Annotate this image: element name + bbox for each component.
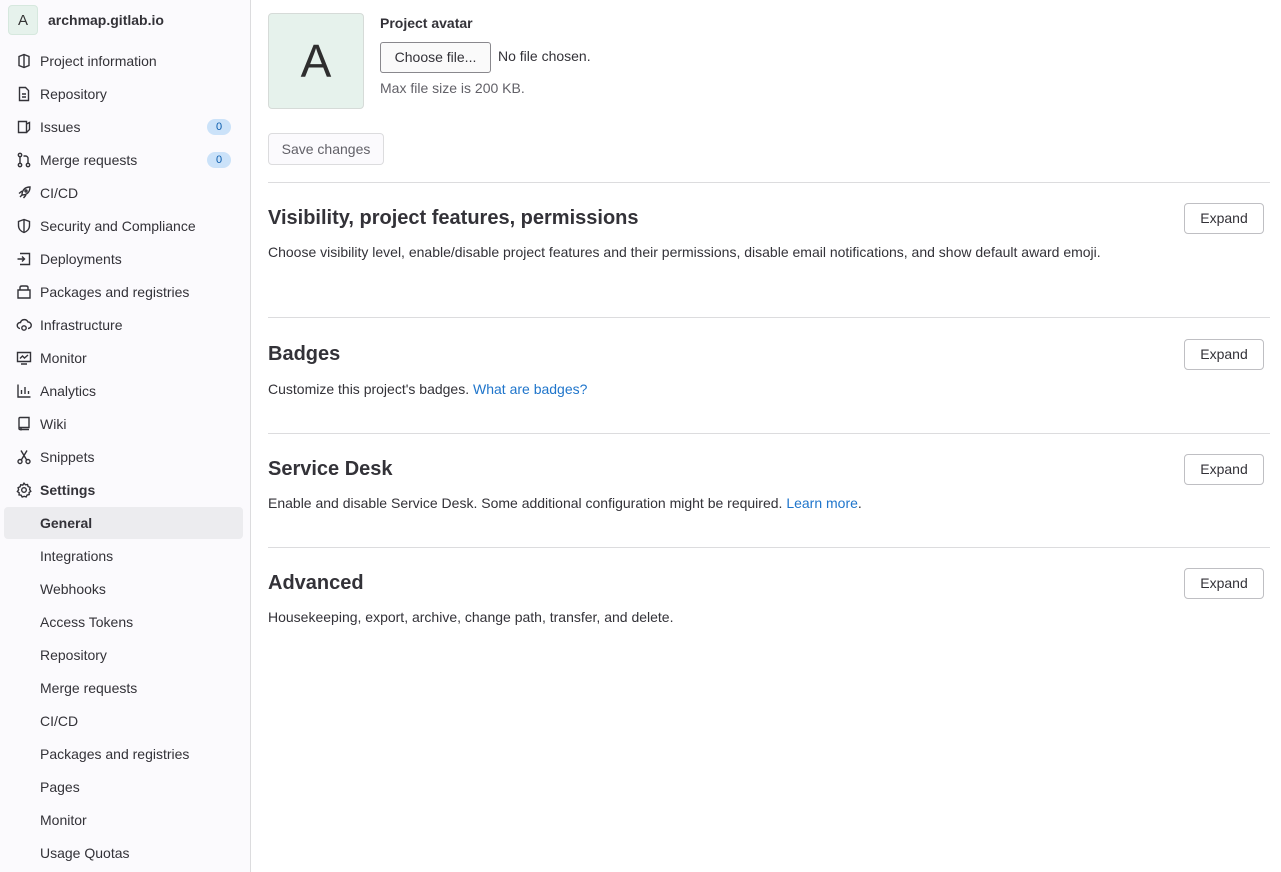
sidebar-item-label: Packages and registries — [40, 284, 190, 300]
package-icon — [16, 284, 32, 300]
sidebar-item-project-information[interactable]: Project information — [4, 45, 243, 77]
merge-request-icon — [16, 152, 32, 168]
sidebar-subitem-label: Packages and registries — [40, 746, 190, 762]
divider — [268, 433, 1270, 434]
sidebar-item-label: Settings — [40, 482, 96, 498]
sidebar-item-ci-cd[interactable]: CI/CD — [4, 177, 243, 209]
sidebar-item-repository[interactable]: Repository — [4, 78, 243, 110]
divider — [268, 317, 1270, 318]
sidebar-subitem-integrations[interactable]: Integrations — [4, 540, 243, 572]
sidebar-item-label: Merge requests — [40, 152, 138, 168]
sidebar-subitem-label: Usage Quotas — [40, 845, 130, 861]
cloud-gear-icon — [16, 317, 32, 333]
sidebar-subitem-label: Merge requests — [40, 680, 138, 696]
divider — [268, 547, 1270, 548]
expand-badges-button[interactable]: Expand — [1184, 339, 1264, 370]
sidebar-item-label: Project information — [40, 53, 157, 69]
sidebar-subitem-packages[interactable]: Packages and registries — [4, 738, 243, 770]
sidebar-item-label: Analytics — [40, 383, 97, 399]
sidebar-item-label: Monitor — [40, 350, 87, 366]
sidebar-item-label: Infrastructure — [40, 317, 123, 333]
sidebar-item-packages[interactable]: Packages and registries — [4, 276, 243, 308]
sidebar-item-issues[interactable]: Issues 0 — [4, 111, 243, 143]
sidebar-subitem-label: Pages — [40, 779, 80, 795]
sidebar-subitem-repository[interactable]: Repository — [4, 639, 243, 671]
sidebar-subitem-label: CI/CD — [40, 713, 79, 729]
sidebar-subitem-label: General — [40, 515, 93, 531]
section-title-advanced: Advanced — [268, 572, 364, 594]
issues-count-badge: 0 — [207, 119, 231, 135]
divider — [268, 182, 1270, 183]
sidebar: A archmap.gitlab.io Project information … — [0, 0, 251, 872]
main-content: A Project avatar Choose file... No file … — [268, 0, 1270, 872]
sidebar-subitem-ci-cd[interactable]: CI/CD — [4, 705, 243, 737]
sidebar-item-infrastructure[interactable]: Infrastructure — [4, 309, 243, 341]
section-desc-period: . — [857, 495, 862, 511]
project-header[interactable]: A archmap.gitlab.io — [8, 5, 164, 35]
sidebar-subitem-monitor[interactable]: Monitor — [4, 804, 243, 836]
merge-requests-count-badge: 0 — [207, 152, 231, 168]
project-avatar-small: A — [8, 5, 38, 35]
sidebar-subitem-merge-requests[interactable]: Merge requests — [4, 672, 243, 704]
project-avatar-label: Project avatar — [380, 15, 473, 31]
expand-service-desk-button[interactable]: Expand — [1184, 454, 1264, 485]
section-title-service-desk: Service Desk — [268, 458, 393, 480]
learn-more-link[interactable]: Learn more — [786, 495, 858, 511]
file-size-hint: Max file size is 200 KB. — [380, 80, 525, 96]
sidebar-subitem-label: Webhooks — [40, 581, 106, 597]
project-icon — [16, 53, 32, 69]
shield-icon — [16, 218, 32, 234]
section-desc-visibility: Choose visibility level, enable/disable … — [268, 244, 1101, 260]
expand-advanced-button[interactable]: Expand — [1184, 568, 1264, 599]
project-name[interactable]: archmap.gitlab.io — [48, 12, 164, 28]
sidebar-subitem-webhooks[interactable]: Webhooks — [4, 573, 243, 605]
sidebar-item-security[interactable]: Security and Compliance — [4, 210, 243, 242]
sidebar-subitem-label: Integrations — [40, 548, 114, 564]
sidebar-item-label: Deployments — [40, 251, 122, 267]
sidebar-item-monitor[interactable]: Monitor — [4, 342, 243, 374]
sidebar-subitem-general[interactable]: General — [4, 507, 243, 539]
sidebar-item-label: CI/CD — [40, 185, 79, 201]
sidebar-item-settings[interactable]: Settings — [4, 474, 243, 506]
chart-icon — [16, 383, 32, 399]
section-desc-service-desk: Enable and disable Service Desk. Some ad… — [268, 493, 1138, 514]
sidebar-item-snippets[interactable]: Snippets — [4, 441, 243, 473]
sidebar-item-wiki[interactable]: Wiki — [4, 408, 243, 440]
sidebar-subitem-pages[interactable]: Pages — [4, 771, 243, 803]
scissors-icon — [16, 449, 32, 465]
gear-icon — [16, 482, 32, 498]
monitor-icon — [16, 350, 32, 366]
sidebar-subitem-label: Monitor — [40, 812, 87, 828]
document-icon — [16, 86, 32, 102]
sidebar-item-label: Wiki — [40, 416, 67, 432]
save-changes-button[interactable]: Save changes — [268, 133, 384, 165]
issues-icon — [16, 119, 32, 135]
sidebar-item-merge-requests[interactable]: Merge requests 0 — [4, 144, 243, 176]
section-desc-advanced: Housekeeping, export, archive, change pa… — [268, 609, 674, 625]
file-status-text: No file chosen. — [498, 48, 591, 64]
rocket-icon — [16, 185, 32, 201]
deployments-icon — [16, 251, 32, 267]
sidebar-subitem-label: Repository — [40, 647, 107, 663]
sidebar-item-label: Security and Compliance — [40, 218, 196, 234]
section-desc-text: Customize this project's badges. — [268, 381, 470, 397]
section-desc-badges: Customize this project's badges. What ar… — [268, 379, 1138, 400]
sidebar-subitem-label: Access Tokens — [40, 614, 134, 630]
section-desc-text: Enable and disable Service Desk. Some ad… — [268, 495, 783, 511]
book-icon — [16, 416, 32, 432]
project-avatar-preview: A — [268, 13, 364, 109]
sidebar-subitem-usage-quotas[interactable]: Usage Quotas — [4, 837, 243, 869]
choose-file-button[interactable]: Choose file... — [380, 42, 491, 73]
sidebar-item-analytics[interactable]: Analytics — [4, 375, 243, 407]
sidebar-item-deployments[interactable]: Deployments — [4, 243, 243, 275]
what-are-badges-link[interactable]: What are badges? — [473, 381, 587, 397]
sidebar-item-label: Repository — [40, 86, 107, 102]
section-title-badges: Badges — [268, 343, 341, 365]
sidebar-subitem-access-tokens[interactable]: Access Tokens — [4, 606, 243, 638]
expand-visibility-button[interactable]: Expand — [1184, 203, 1264, 234]
sidebar-item-label: Snippets — [40, 449, 95, 465]
section-title-visibility: Visibility, project features, permission… — [268, 207, 639, 229]
sidebar-item-label: Issues — [40, 119, 81, 135]
